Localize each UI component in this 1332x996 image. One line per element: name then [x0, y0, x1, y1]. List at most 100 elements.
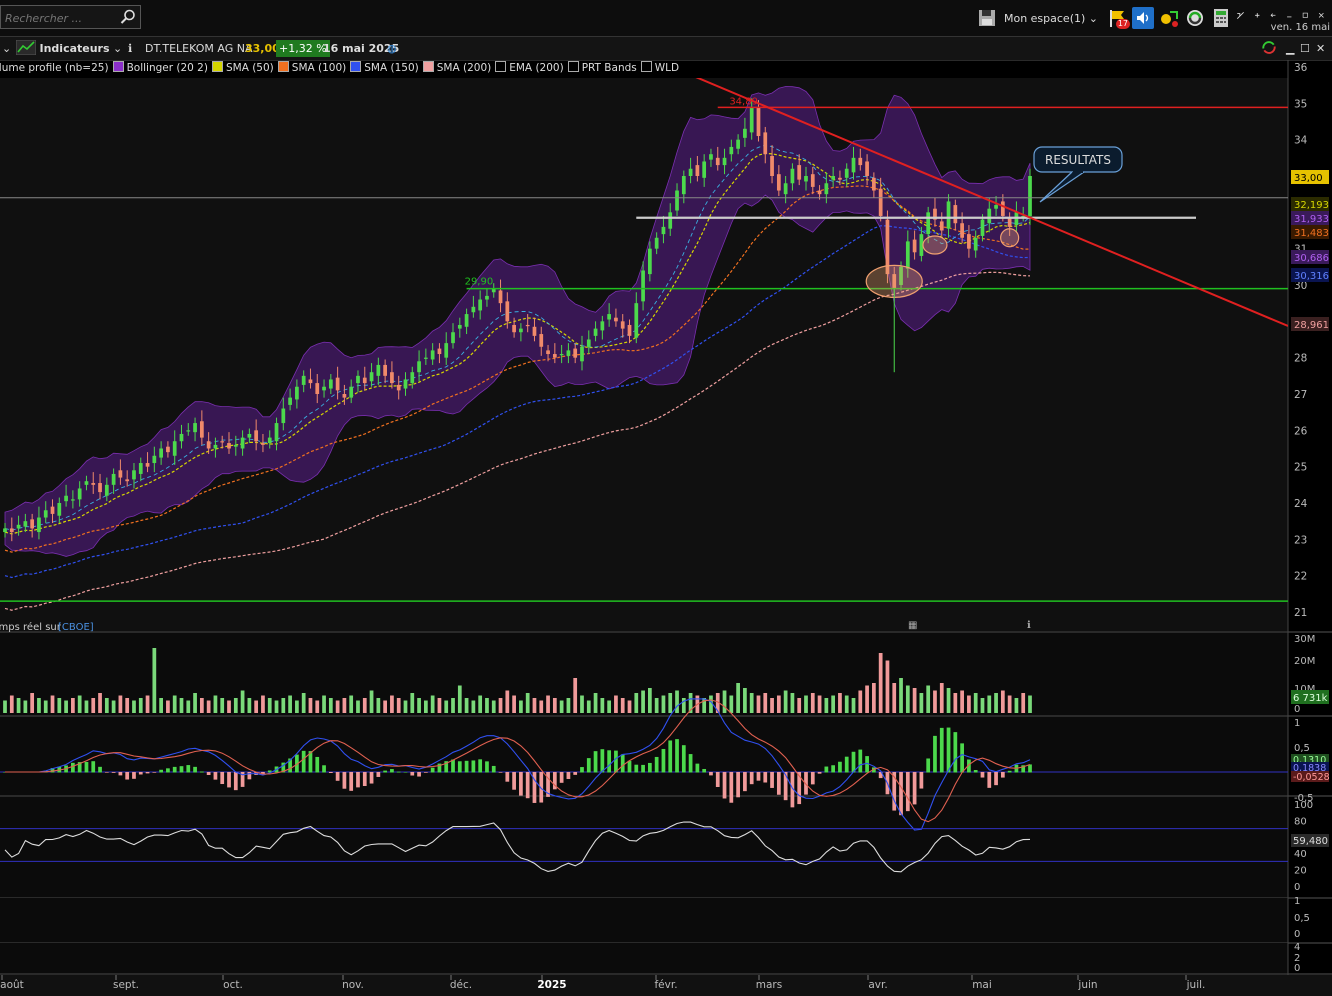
- volume-bar[interactable]: [57, 698, 62, 713]
- volume-bar[interactable]: [111, 700, 116, 714]
- volume-bar[interactable]: [756, 695, 761, 714]
- volume-bar[interactable]: [953, 693, 958, 713]
- volume-bar[interactable]: [328, 698, 333, 713]
- candle[interactable]: [912, 239, 917, 253]
- volume-bar[interactable]: [892, 683, 897, 713]
- volume-bar[interactable]: [118, 695, 123, 714]
- volume-bar[interactable]: [267, 698, 272, 713]
- legend-item[interactable]: SMA (100): [274, 61, 346, 74]
- volume-bar[interactable]: [77, 695, 82, 714]
- candle[interactable]: [797, 165, 802, 180]
- volume-bar[interactable]: [3, 700, 7, 714]
- volume-bar[interactable]: [681, 698, 686, 713]
- legend-checkbox-icon[interactable]: [277, 61, 289, 72]
- candle[interactable]: [661, 226, 666, 235]
- volume-bar[interactable]: [166, 700, 170, 714]
- volume-bar[interactable]: [858, 690, 863, 714]
- volume-bar[interactable]: [417, 698, 421, 713]
- candle[interactable]: [681, 176, 686, 195]
- candle[interactable]: [994, 205, 998, 209]
- candle[interactable]: [1000, 201, 1005, 216]
- volume-bar[interactable]: [349, 695, 354, 714]
- candle[interactable]: [675, 190, 679, 211]
- volume-bar[interactable]: [342, 698, 347, 713]
- volume-bar[interactable]: [512, 695, 516, 714]
- volume-bar[interactable]: [695, 695, 700, 714]
- panel-close-icon[interactable]: ✕: [1316, 40, 1325, 57]
- candle[interactable]: [342, 394, 347, 398]
- volume-bar[interactable]: [519, 700, 523, 714]
- candle[interactable]: [315, 383, 320, 394]
- candle[interactable]: [84, 481, 89, 485]
- indicators-button[interactable]: Indicateurs ⌄: [15, 39, 122, 57]
- volume-bar[interactable]: [634, 693, 639, 713]
- candle[interactable]: [423, 357, 428, 359]
- candle[interactable]: [953, 205, 958, 224]
- candle[interactable]: [756, 107, 761, 137]
- candle[interactable]: [430, 350, 435, 360]
- candle[interactable]: [688, 168, 693, 176]
- candle[interactable]: [64, 495, 68, 502]
- volume-bar[interactable]: [566, 698, 571, 713]
- volume-bar[interactable]: [776, 695, 781, 714]
- volume-bar[interactable]: [1007, 695, 1012, 714]
- volume-bar[interactable]: [661, 695, 666, 714]
- volume-bar[interactable]: [980, 698, 985, 713]
- volume-bar[interactable]: [356, 700, 360, 714]
- period-dropdown-chevron-icon[interactable]: ⌄: [2, 40, 11, 57]
- candle[interactable]: [328, 379, 333, 389]
- volume-bar[interactable]: [16, 698, 21, 713]
- candle[interactable]: [967, 234, 971, 249]
- volume-bar[interactable]: [159, 698, 163, 713]
- volume-bar[interactable]: [98, 693, 102, 713]
- volume-bar[interactable]: [790, 693, 795, 713]
- candle[interactable]: [138, 463, 143, 474]
- legend-item[interactable]: EMA (200): [491, 61, 564, 74]
- volume-bar[interactable]: [396, 698, 401, 713]
- candle[interactable]: [525, 324, 530, 327]
- candle[interactable]: [715, 157, 720, 166]
- candle[interactable]: [729, 146, 734, 155]
- candle[interactable]: [193, 423, 197, 433]
- candle[interactable]: [349, 386, 354, 398]
- volume-bar[interactable]: [152, 648, 157, 713]
- volume-bar[interactable]: [994, 693, 998, 713]
- candle[interactable]: [37, 517, 41, 533]
- volume-bar[interactable]: [546, 695, 550, 714]
- volume-bar[interactable]: [390, 695, 394, 714]
- candle[interactable]: [573, 348, 578, 358]
- volume-bar[interactable]: [946, 688, 951, 713]
- volume-bar[interactable]: [423, 700, 428, 714]
- candle[interactable]: [444, 343, 449, 358]
- search-icon[interactable]: [120, 9, 136, 25]
- candle[interactable]: [451, 332, 455, 344]
- candle[interactable]: [783, 183, 788, 195]
- volume-bar[interactable]: [362, 698, 367, 713]
- candle[interactable]: [145, 463, 150, 467]
- volume-bar[interactable]: [593, 693, 598, 713]
- candle[interactable]: [810, 174, 815, 187]
- volume-bar[interactable]: [335, 700, 340, 714]
- candle[interactable]: [288, 397, 292, 405]
- candle[interactable]: [206, 441, 211, 449]
- volume-bar[interactable]: [132, 700, 136, 714]
- legend-item[interactable]: Bollinger (20 2): [109, 61, 208, 74]
- volume-bar[interactable]: [702, 698, 707, 713]
- volume-bar[interactable]: [905, 685, 910, 714]
- candle[interactable]: [824, 183, 829, 195]
- alerts-icon[interactable]: [1158, 7, 1180, 29]
- panel-maximize-icon[interactable]: ☐: [1300, 40, 1310, 57]
- candle[interactable]: [593, 328, 598, 336]
- candle[interactable]: [858, 157, 863, 166]
- candle[interactable]: [844, 168, 849, 178]
- legend-item[interactable]: SMA (150): [346, 61, 419, 74]
- candle[interactable]: [356, 375, 360, 384]
- candle[interactable]: [71, 499, 75, 501]
- candle[interactable]: [987, 208, 992, 224]
- candle[interactable]: [817, 190, 822, 195]
- candle[interactable]: [125, 479, 130, 482]
- volume-bar[interactable]: [614, 695, 618, 714]
- volume-bar[interactable]: [125, 698, 130, 713]
- candle[interactable]: [152, 455, 157, 464]
- price-chart[interactable]: 34,8929,90 21222324252627282930313233343…: [0, 0, 1332, 996]
